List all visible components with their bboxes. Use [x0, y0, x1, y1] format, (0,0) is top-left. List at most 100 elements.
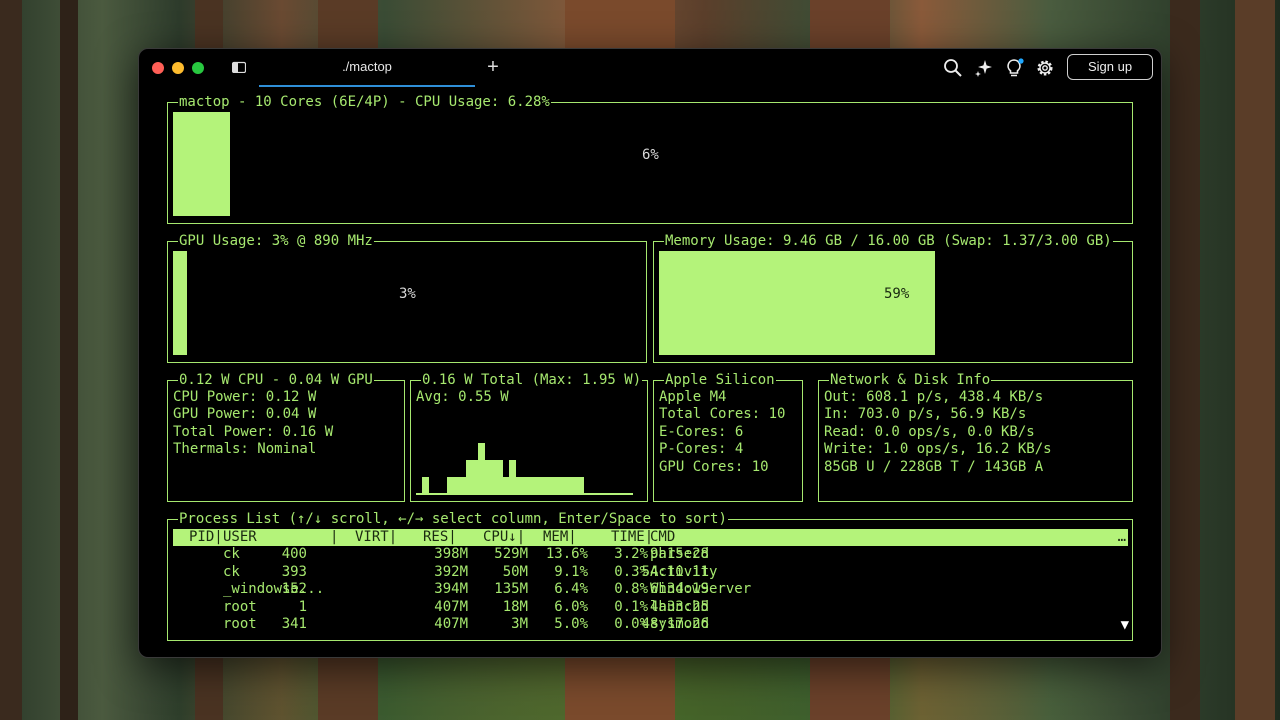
column-header-res[interactable]: RES| [423, 529, 457, 546]
cpu-usage-bar [173, 112, 230, 216]
process-row[interactable]: 152 _windowse... 394M 135M 6.4% 0.8% 6h34:19 Wi… [173, 581, 1128, 598]
mem-cell: 0.1% [614, 598, 648, 615]
e-cores-line: E-Cores: 6 [659, 423, 744, 440]
total-power-line: Total Power: 0.16 W [173, 423, 334, 440]
cpu-cell: 9.1% [554, 563, 588, 580]
title-bar: ./mactop + Sign up [139, 49, 1161, 87]
memory-usage-percent: 59% [884, 286, 910, 302]
background-tree [0, 0, 22, 720]
background-tree [1170, 0, 1200, 720]
minimize-window-button[interactable] [172, 62, 184, 74]
virt-cell: 392M [434, 563, 468, 580]
power-panel: 0.12 W CPU - 0.04 W GPU CPU Power: 0.12 … [167, 372, 405, 502]
pid-cell: 1 [298, 598, 307, 615]
gpu-usage-percent: 3% [399, 286, 416, 302]
network-disk-panel: Network & Disk Info Out: 608.1 p/s, 438.… [818, 372, 1133, 502]
gpu-usage-panel: GPU Usage: 3% @ 890 MHz 3% [167, 233, 647, 363]
column-header-virt[interactable]: VIRT| [355, 529, 397, 546]
column-header-cpu[interactable]: CPU↓| [483, 529, 525, 546]
gpu-usage-title: GPU Usage: 3% @ 890 MHz [178, 233, 374, 249]
cmd-cell: WindowServer [650, 581, 752, 598]
user-cell: _windowse... [223, 581, 325, 598]
gpu-cores-line: GPU Cores: 10 [659, 458, 769, 475]
cpu-usage-panel: mactop - 10 Cores (6E/4P) - CPU Usage: 6… [167, 94, 1133, 224]
gear-icon[interactable] [1035, 58, 1055, 78]
p-cores-line: P-Cores: 4 [659, 441, 744, 458]
column-header-user-divider: | [330, 529, 339, 545]
process-row[interactable]: 400 ck 398M 529M 13.6% 3.2% 9h15:28 parsecd [173, 546, 1128, 563]
column-header-time[interactable]: TIME| [611, 529, 653, 546]
network-disk-title: Network & Disk Info [829, 372, 992, 388]
cpu-cell: 5.0% [554, 615, 588, 632]
apple-silicon-title: Apple Silicon [664, 372, 776, 388]
res-cell: 3M [511, 615, 528, 632]
virt-cell: 407M [434, 598, 468, 615]
column-header-cmd[interactable]: CMD [650, 529, 675, 546]
memory-usage-title: Memory Usage: 9.46 GB / 16.00 GB (Swap: … [664, 233, 1113, 249]
column-header-user[interactable]: USER [223, 529, 257, 546]
process-list-title: Process List (↑/↓ scroll, ←/→ select col… [178, 511, 728, 527]
pid-cell: 341 [281, 615, 307, 632]
process-row[interactable]: 341 root 407M 3M 5.0% 0.0% 48:17.26 sysmond [173, 616, 1128, 633]
pid-cell: 393 [281, 563, 307, 580]
cmd-cell: sysmond [650, 615, 710, 632]
apple-silicon-panel: Apple Silicon Apple M4 Total Cores: 10 E… [653, 372, 803, 502]
cpu-power-line: CPU Power: 0.12 W [173, 389, 317, 405]
gpu-usage-bar [173, 251, 187, 355]
process-list-panel[interactable]: Process List (↑/↓ scroll, ←/→ select col… [167, 511, 1133, 641]
notification-dot [1018, 58, 1024, 64]
new-tab-button[interactable]: + [484, 55, 502, 79]
res-cell: 135M [494, 581, 528, 598]
gpu-power-line: GPU Power: 0.04 W [173, 406, 317, 423]
tab-mactop[interactable]: ./mactop [259, 49, 475, 87]
disk-space-line: 85GB U / 228GB T / 143GB A [824, 458, 1044, 475]
mactop-terminal[interactable]: mactop - 10 Cores (6E/4P) - CPU Usage: 6… [139, 87, 1161, 657]
terminal-window: ./mactop + Sign up mactop - 10 Cores (6E… [138, 48, 1162, 658]
cmd-cell: Activity [650, 563, 718, 580]
disk-read-line: Read: 0.0 ops/s, 0.0 KB/s [824, 423, 1035, 440]
user-cell: root [223, 615, 257, 632]
total-cores-line: Total Cores: 10 [659, 406, 786, 423]
process-table[interactable]: PID| USER | VIRT| RES| CPU↓| MEM| TIME| … [173, 529, 1128, 633]
user-cell: root [223, 598, 257, 615]
column-header-mem[interactable]: MEM| [543, 529, 577, 546]
cpu-usage-title: mactop - 10 Cores (6E/4P) - CPU Usage: 6… [178, 94, 551, 110]
network-in-line: In: 703.0 p/s, 56.9 KB/s [824, 406, 1027, 423]
cmd-cell: parsecd [650, 546, 710, 563]
user-cell: ck [223, 546, 240, 563]
mem-cell: 3.2% [614, 546, 648, 563]
power-average-line: Avg: 0.55 W [416, 389, 509, 405]
cpu-cell: 6.4% [554, 581, 588, 598]
search-icon[interactable] [943, 58, 963, 78]
memory-usage-panel: Memory Usage: 9.46 GB / 16.00 GB (Swap: … [653, 233, 1133, 363]
power-history-bar [626, 493, 634, 495]
lightbulb-icon[interactable] [1004, 58, 1024, 78]
sidebar-toggle-icon[interactable] [232, 61, 246, 73]
mem-cell: 0.8% [614, 581, 648, 598]
virt-cell: 394M [434, 581, 468, 598]
background-tree [60, 0, 78, 720]
process-row[interactable]: 393 ck 392M 50M 9.1% 0.3% 54:10.11 Activity [173, 564, 1128, 581]
virt-cell: 398M [434, 546, 468, 563]
pid-cell: 400 [281, 546, 307, 563]
process-table-header[interactable]: PID| USER | VIRT| RES| CPU↓| MEM| TIME| … [173, 529, 1128, 547]
sparkle-icon[interactable] [974, 58, 994, 78]
res-cell: 18M [502, 598, 528, 615]
close-window-button[interactable] [152, 62, 164, 74]
cmd-cell: launchd [650, 598, 710, 615]
header-overflow-marker: … [1117, 529, 1126, 545]
power-history-chart [416, 443, 642, 495]
zoom-window-button[interactable] [192, 62, 204, 74]
cpu-usage-percent: 6% [642, 147, 659, 163]
sign-up-button[interactable]: Sign up [1067, 54, 1153, 80]
column-header-pid[interactable]: PID| [189, 529, 223, 546]
power-chart-panel: 0.16 W Total (Max: 1.95 W) Avg: 0.55 W [410, 372, 648, 502]
scroll-down-indicator[interactable]: ▼ [1121, 617, 1129, 633]
background-tree [1235, 0, 1275, 720]
res-cell: 50M [502, 563, 528, 580]
power-title: 0.12 W CPU - 0.04 W GPU [178, 372, 374, 388]
network-out-line: Out: 608.1 p/s, 438.4 KB/s [824, 389, 1044, 405]
process-row[interactable]: 1 root 407M 18M 6.0% 0.1% 4h33:25 launchd [173, 599, 1128, 616]
power-chart-title: 0.16 W Total (Max: 1.95 W) [421, 372, 643, 388]
chip-model-line: Apple M4 [659, 389, 727, 405]
